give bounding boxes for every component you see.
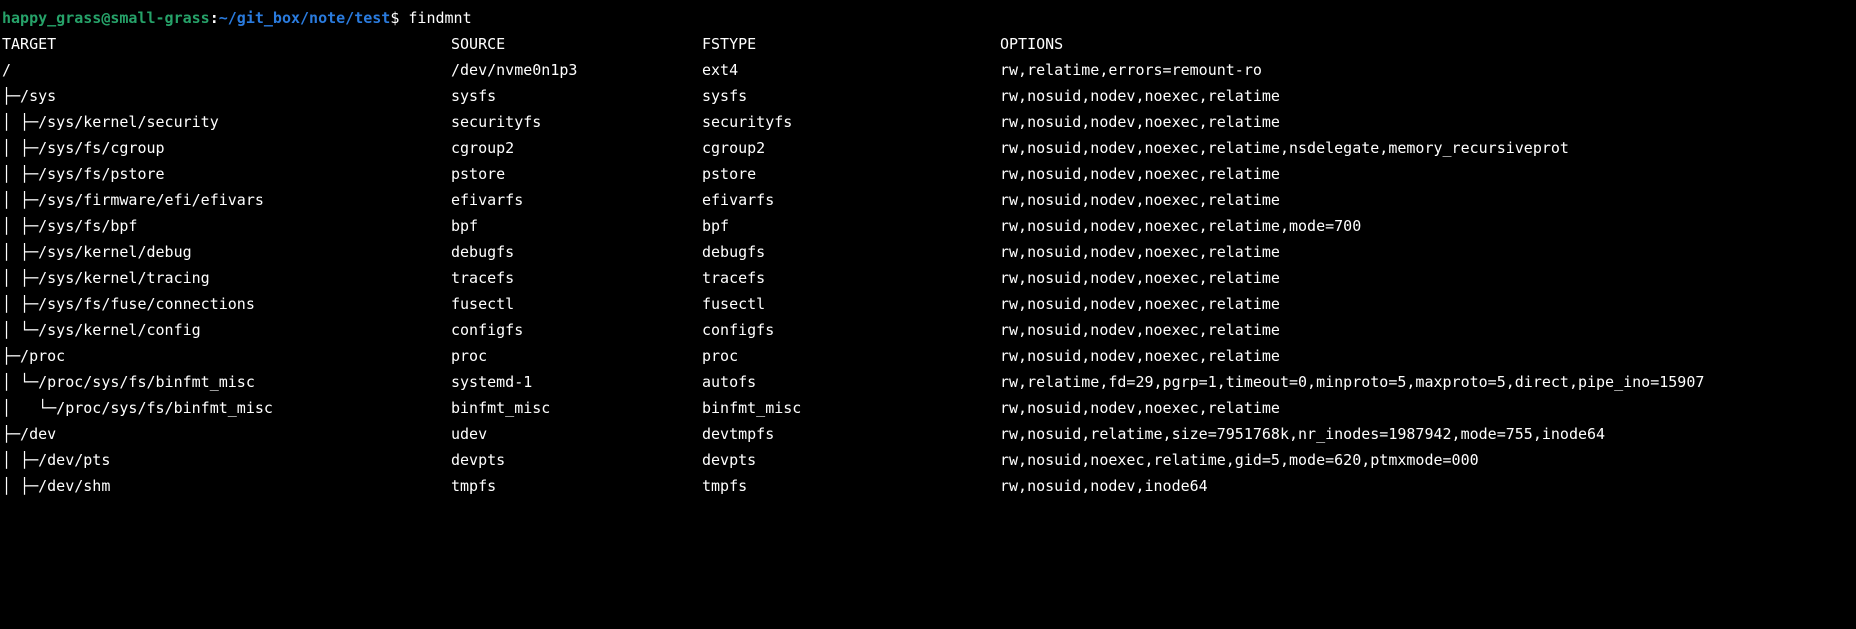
row-target: ├─/sys [2, 87, 57, 105]
row-options: rw,nosuid,relatime,size=7951768k,nr_inod… [1000, 425, 1606, 443]
table-header: TARGET SOURCE FSTYPE OPTIONS [2, 31, 1854, 57]
table-row: ├─/proc proc proc rw,nosuid,nodev,noexec… [2, 343, 1854, 369]
row-source: tracefs [451, 269, 515, 287]
row-fstype: proc [702, 347, 739, 365]
table-row: │ ├─/sys/kernel/tracing tracefs tracefs … [2, 265, 1854, 291]
table-row: │ ├─/sys/firmware/efi/efivars efivarfs e… [2, 187, 1854, 213]
row-options: rw,relatime,fd=29,pgrp=1,timeout=0,minpr… [1000, 373, 1705, 391]
table-row: │ ├─/sys/fs/bpf bpf bpf rw,nosuid,nodev,… [2, 213, 1854, 239]
row-options: rw,nosuid,nodev,noexec,relatime [1000, 113, 1280, 131]
table-row: │ ├─/sys/kernel/security securityfs secu… [2, 109, 1854, 135]
row-target: │ ├─/sys/kernel/tracing [2, 269, 210, 287]
row-options: rw,relatime,errors=remount-ro [1000, 61, 1262, 79]
row-fstype: securityfs [702, 113, 793, 131]
row-options: rw,nosuid,nodev,noexec,relatime [1000, 295, 1280, 313]
row-fstype: ext4 [702, 61, 739, 79]
row-target: / [2, 61, 12, 79]
row-options: rw,nosuid,nodev,noexec,relatime [1000, 87, 1280, 105]
row-options: rw,nosuid,nodev,inode64 [1000, 477, 1208, 495]
row-fstype: devtmpfs [702, 425, 775, 443]
table-row: │ ├─/dev/pts devpts devpts rw,nosuid,noe… [2, 447, 1854, 473]
row-target: │ ├─/sys/fs/bpf [2, 217, 138, 235]
row-source: binfmt_misc [451, 399, 551, 417]
row-target: │ ├─/sys/fs/fuse/connections [2, 295, 255, 313]
table-row: │ └─/proc/sys/fs/binfmt_misc systemd-1 a… [2, 369, 1854, 395]
row-source: efivarfs [451, 191, 524, 209]
table-row: ├─/sys sysfs sysfs rw,nosuid,nodev,noexe… [2, 83, 1854, 109]
table-row: │ ├─/sys/fs/fuse/connections fusectl fus… [2, 291, 1854, 317]
row-fstype: fusectl [702, 295, 766, 313]
row-fstype: configfs [702, 321, 775, 339]
command-prompt-line: happy_grass@small-grass:~/git_box/note/t… [2, 5, 1854, 31]
row-target: │ ├─/sys/firmware/efi/efivars [2, 191, 264, 209]
table-row: │ ├─/sys/fs/cgroup cgroup2 cgroup2 rw,no… [2, 135, 1854, 161]
row-fstype: sysfs [702, 87, 748, 105]
table-row: ├─/dev udev devtmpfs rw,nosuid,relatime,… [2, 421, 1854, 447]
table-row: │ └─/proc/sys/fs/binfmt_misc binfmt_misc… [2, 395, 1854, 421]
row-options: rw,nosuid,nodev,noexec,relatime,mode=700 [1000, 217, 1362, 235]
row-fstype: efivarfs [702, 191, 775, 209]
row-options: rw,nosuid,nodev,noexec,relatime [1000, 269, 1280, 287]
row-options: rw,nosuid,nodev,noexec,relatime,nsdelega… [1000, 139, 1569, 157]
row-source: cgroup2 [451, 139, 515, 157]
header-source: SOURCE [451, 35, 506, 53]
row-target: │ └─/proc/sys/fs/binfmt_misc [2, 399, 273, 417]
row-fstype: pstore [702, 165, 757, 183]
row-target: │ └─/sys/kernel/config [2, 321, 201, 339]
row-source: proc [451, 347, 488, 365]
table-row: │ ├─/sys/fs/pstore pstore pstore rw,nosu… [2, 161, 1854, 187]
row-source: /dev/nvme0n1p3 [451, 61, 578, 79]
row-target: │ ├─/dev/shm [2, 477, 111, 495]
row-source: configfs [451, 321, 524, 339]
row-options: rw,nosuid,nodev,noexec,relatime [1000, 191, 1280, 209]
row-fstype: bpf [702, 217, 730, 235]
row-source: devpts [451, 451, 506, 469]
row-source: fusectl [451, 295, 515, 313]
row-fstype: debugfs [702, 243, 766, 261]
row-target: │ ├─/sys/kernel/security [2, 113, 219, 131]
table-row: │ ├─/dev/shm tmpfs tmpfs rw,nosuid,nodev… [2, 473, 1854, 499]
row-target: │ ├─/sys/fs/pstore [2, 165, 165, 183]
row-fstype: tracefs [702, 269, 766, 287]
row-options: rw,nosuid,nodev,noexec,relatime [1000, 243, 1280, 261]
row-options: rw,nosuid,nodev,noexec,relatime [1000, 321, 1280, 339]
row-options: rw,nosuid,nodev,noexec,relatime [1000, 165, 1280, 183]
row-target: │ ├─/sys/kernel/debug [2, 243, 192, 261]
row-source: pstore [451, 165, 506, 183]
header-fstype: FSTYPE [702, 35, 757, 53]
row-source: udev [451, 425, 488, 443]
row-target: ├─/proc [2, 347, 66, 365]
row-options: rw,nosuid,noexec,relatime,gid=5,mode=620… [1000, 451, 1479, 469]
row-options: rw,nosuid,nodev,noexec,relatime [1000, 347, 1280, 365]
row-source: bpf [451, 217, 479, 235]
prompt-symbol: $ [390, 9, 409, 27]
prompt-user-host: happy_grass@small-grass [2, 9, 210, 27]
header-target: TARGET [2, 35, 57, 53]
row-target: ├─/dev [2, 425, 57, 443]
table-row: │ ├─/sys/kernel/debug debugfs debugfs rw… [2, 239, 1854, 265]
row-source: securityfs [451, 113, 542, 131]
table-row: │ └─/sys/kernel/config configfs configfs… [2, 317, 1854, 343]
row-options: rw,nosuid,nodev,noexec,relatime [1000, 399, 1280, 417]
table-row: / /dev/nvme0n1p3 ext4 rw,relatime,errors… [2, 57, 1854, 83]
row-source: systemd-1 [451, 373, 533, 391]
row-source: debugfs [451, 243, 515, 261]
prompt-separator: : [209, 9, 219, 27]
row-fstype: devpts [702, 451, 757, 469]
prompt-command: findmnt [408, 9, 472, 27]
row-target: │ └─/proc/sys/fs/binfmt_misc [2, 373, 255, 391]
row-target: │ ├─/dev/pts [2, 451, 111, 469]
row-source: tmpfs [451, 477, 497, 495]
header-options: OPTIONS [1000, 35, 1064, 53]
terminal-window[interactable]: happy_grass@small-grass:~/git_box/note/t… [2, 5, 1854, 499]
row-fstype: tmpfs [702, 477, 748, 495]
row-source: sysfs [451, 87, 497, 105]
row-fstype: autofs [702, 373, 757, 391]
row-fstype: cgroup2 [702, 139, 766, 157]
prompt-path: ~/git_box/note/test [218, 9, 391, 27]
row-fstype: binfmt_misc [702, 399, 802, 417]
row-target: │ ├─/sys/fs/cgroup [2, 139, 165, 157]
